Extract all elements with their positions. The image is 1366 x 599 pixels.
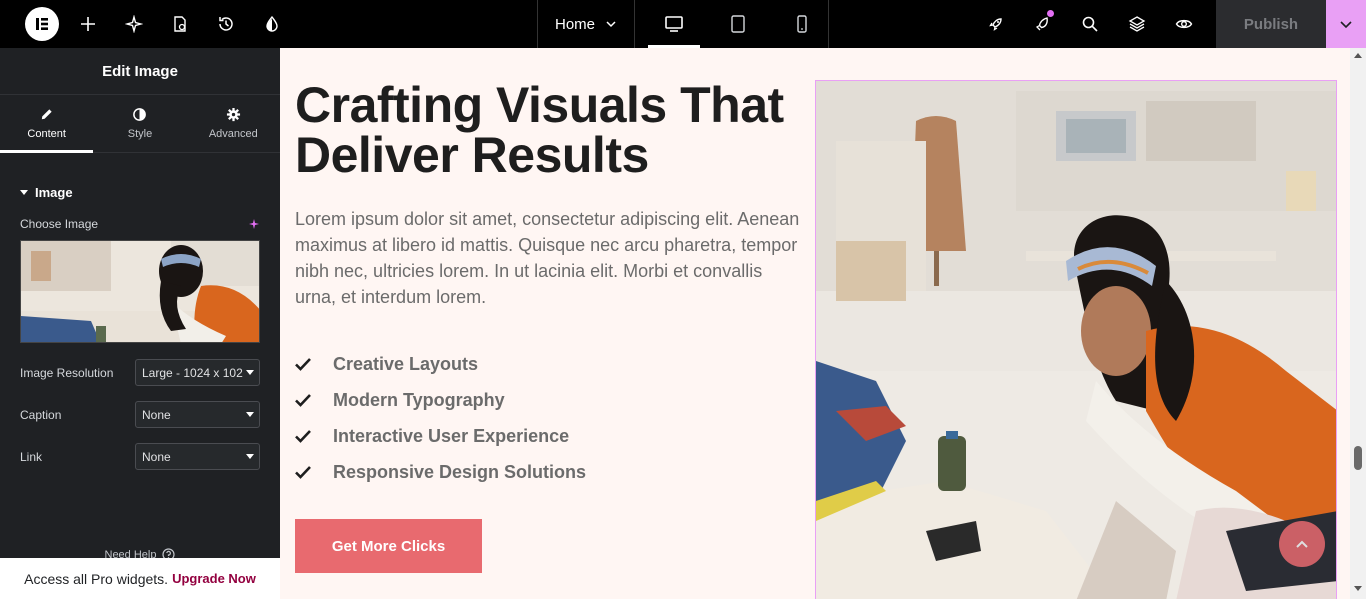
upgrade-now-link[interactable]: Upgrade Now <box>172 571 256 586</box>
chevron-down-icon <box>1340 21 1352 29</box>
chevron-down-icon <box>606 21 616 28</box>
tab-advanced[interactable]: Advanced <box>187 95 280 152</box>
list-item: Interactive User Experience <box>295 418 586 454</box>
feature-text: Creative Layouts <box>333 353 479 374</box>
select-value: Large - 1024 x 1024 <box>142 365 243 380</box>
dropdown-caret-icon <box>246 412 254 417</box>
dropdown-caret-icon <box>246 370 254 375</box>
image-resolution-control: Image Resolution Large - 1024 x 1024 <box>0 359 280 386</box>
feature-list[interactable]: Creative Layouts Modern Typography Inter… <box>295 346 586 490</box>
hero-photo <box>816 81 1336 599</box>
notification-dot <box>1047 10 1054 17</box>
select-value: None <box>142 407 171 422</box>
feature-text: Modern Typography <box>333 389 505 410</box>
notifications-rocket-icon[interactable] <box>1019 0 1066 48</box>
image-preview <box>21 241 259 342</box>
mobile-mode-button[interactable] <box>776 0 828 48</box>
mobile-icon <box>797 15 807 33</box>
tablet-icon <box>731 15 745 33</box>
publish-button[interactable]: Publish <box>1216 0 1326 48</box>
image-resolution-select[interactable]: Large - 1024 x 1024 <box>135 359 260 386</box>
rocket-icon[interactable] <box>972 0 1019 48</box>
gear-icon <box>226 107 240 122</box>
editor-panel: Edit Image Content Style Advanced Image … <box>0 48 280 599</box>
panel-tabs: Content Style Advanced <box>0 95 280 153</box>
caret-down-icon <box>20 190 28 195</box>
tab-label: Style <box>127 128 153 140</box>
caption-select[interactable]: None <box>135 401 260 428</box>
site-style-icon[interactable] <box>249 0 295 48</box>
pencil-icon <box>41 109 52 120</box>
list-item: Modern Typography <box>295 382 586 418</box>
elementor-logo-icon[interactable] <box>25 7 59 41</box>
preview-canvas: Crafting Visuals That Deliver Results Lo… <box>280 48 1350 599</box>
tablet-mode-button[interactable] <box>712 0 764 48</box>
dropdown-caret-icon <box>246 454 254 459</box>
editor-topbar: Home Publish <box>0 0 1366 48</box>
topbar-left-tools <box>0 0 295 48</box>
desktop-icon <box>665 16 683 32</box>
add-element-icon[interactable] <box>65 0 111 48</box>
get-more-clicks-button[interactable]: Get More Clicks <box>295 519 482 573</box>
hero-headline[interactable]: Crafting Visuals That Deliver Results <box>295 80 815 180</box>
scrollbar-thumb[interactable] <box>1354 446 1362 470</box>
list-item: Creative Layouts <box>295 346 586 382</box>
promo-text: Access all Pro widgets. <box>24 570 169 587</box>
layers-icon[interactable] <box>1113 0 1160 48</box>
image-thumbnail[interactable] <box>20 240 260 343</box>
pro-upgrade-banner: Access all Pro widgets. Upgrade Now <box>0 558 280 599</box>
topbar-right-tools <box>972 0 1207 48</box>
check-icon <box>295 394 311 407</box>
scroll-to-top-button[interactable] <box>1279 521 1325 567</box>
tab-label: Content <box>27 128 66 140</box>
desktop-mode-button[interactable] <box>648 0 700 48</box>
hero-image-widget[interactable] <box>815 80 1337 599</box>
tab-style[interactable]: Style <box>93 95 186 152</box>
hero-paragraph[interactable]: Lorem ipsum dolor sit amet, consectetur … <box>295 206 805 310</box>
list-item: Responsive Design Solutions <box>295 454 586 490</box>
link-control: Link None <box>0 443 280 470</box>
chevron-up-icon <box>1296 540 1308 548</box>
history-icon[interactable] <box>203 0 249 48</box>
section-title: Image <box>35 184 73 200</box>
feature-text: Responsive Design Solutions <box>333 461 587 482</box>
responsive-modes <box>636 0 829 48</box>
ai-sparkle-icon[interactable] <box>248 218 260 230</box>
panel-title: Edit Image <box>0 48 280 95</box>
preview-eye-icon[interactable] <box>1160 0 1207 48</box>
tab-label: Advanced <box>208 128 258 140</box>
caption-control: Caption None <box>0 401 280 428</box>
scroll-up-arrow-icon[interactable] <box>1354 53 1362 58</box>
check-icon <box>295 430 311 443</box>
feature-text: Interactive User Experience <box>333 425 570 446</box>
search-icon[interactable] <box>1066 0 1113 48</box>
scroll-down-arrow-icon[interactable] <box>1354 586 1362 591</box>
publish-options-button[interactable] <box>1326 0 1366 48</box>
section-toggle-image[interactable]: Image <box>0 169 280 215</box>
ai-sparkle-icon[interactable] <box>111 0 157 48</box>
page-selector[interactable]: Home <box>537 0 635 48</box>
choose-image-row: Choose Image <box>0 217 280 231</box>
page-settings-icon[interactable] <box>157 0 203 48</box>
canvas-scrollbar[interactable] <box>1350 48 1366 599</box>
check-icon <box>295 358 311 371</box>
control-label: Link <box>20 449 43 464</box>
half-circle-icon <box>133 108 147 121</box>
tab-content[interactable]: Content <box>0 95 94 153</box>
choose-image-label: Choose Image <box>20 217 99 231</box>
link-select[interactable]: None <box>135 443 260 470</box>
control-label: Caption <box>20 407 62 422</box>
check-icon <box>295 466 311 479</box>
select-value: None <box>142 449 171 464</box>
control-label: Image Resolution <box>20 365 114 380</box>
page-name: Home <box>554 15 595 33</box>
